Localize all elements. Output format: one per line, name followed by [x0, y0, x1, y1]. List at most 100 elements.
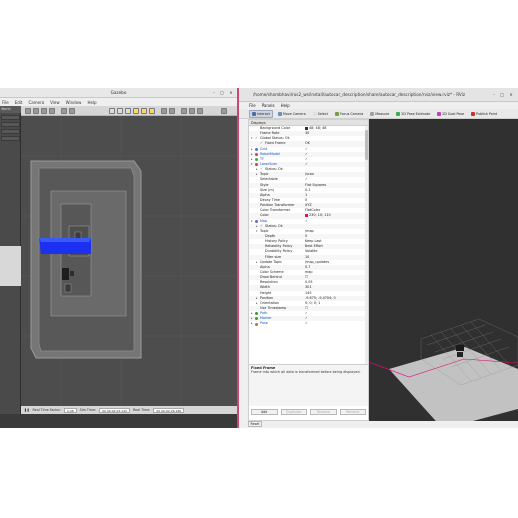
- rtf-label: Real Time Factor:: [32, 408, 61, 412]
- gazebo-title-bar: Gazebo – □ ✕: [0, 88, 237, 98]
- rviz-toolbar: Interact Move Camera Select Focus Camera Mea…: [239, 109, 518, 119]
- box-shape-icon[interactable]: [109, 108, 115, 114]
- rviz-window-title: /home/shambhavi/ros2_ws/install/autocar_…: [253, 92, 466, 97]
- tree-row[interactable]: ▸ Pose ✓: [249, 321, 368, 326]
- undo-icon[interactable]: [61, 108, 67, 114]
- menu-panels[interactable]: Panels: [262, 103, 275, 108]
- reset-button[interactable]: Reset: [248, 421, 262, 427]
- tool-2d-pose-estimate[interactable]: 2D Pose Estimate: [394, 111, 432, 117]
- display-type-icon: [255, 219, 258, 223]
- property-description: Fixed Frame Frame into which all data is…: [249, 364, 368, 406]
- spot-light-icon[interactable]: [141, 108, 147, 114]
- pose-estimate-icon: [396, 111, 401, 116]
- property-value-text: 10: [305, 254, 310, 259]
- pause-icon[interactable]: ❚❚: [24, 408, 30, 412]
- rviz-window: /home/shambhavi/ros2_ws/install/autocar_…: [239, 88, 518, 428]
- tool-publish-point[interactable]: Publish Point: [469, 111, 499, 117]
- menu-edit[interactable]: Edit: [15, 100, 23, 105]
- copy-icon[interactable]: [161, 108, 167, 114]
- tab-world[interactable]: World: [1, 107, 10, 111]
- tree-scrollbar[interactable]: [365, 126, 368, 364]
- add-button[interactable]: Add: [251, 409, 278, 415]
- property-value-text: FlatColor: [305, 208, 321, 213]
- close-icon[interactable]: ✕: [508, 92, 514, 98]
- rtf-value: 0.98: [63, 407, 77, 413]
- change-view-icon[interactable]: [197, 108, 203, 114]
- property-value-text: 0.1: [305, 187, 311, 192]
- translate-mode-icon[interactable]: [33, 108, 39, 114]
- rviz-title-bar: /home/shambhavi/ros2_ws/install/autocar_…: [239, 88, 518, 102]
- rviz-3d-viewport[interactable]: [369, 119, 518, 421]
- tool-interact[interactable]: Interact: [249, 109, 273, 118]
- snap-icon[interactable]: [189, 108, 195, 114]
- side-item[interactable]: [1, 115, 20, 120]
- tool-select[interactable]: Select: [311, 111, 330, 117]
- directional-light-icon[interactable]: [149, 108, 155, 114]
- tool-2d-goal-pose[interactable]: 2D Goal Pose: [435, 111, 466, 117]
- displays-tree[interactable]: Background Color 48; 48; 48 Frame Rate 30 ▾ ✓…: [249, 126, 368, 364]
- menu-camera[interactable]: Camera: [28, 100, 44, 105]
- property-value-text: ✓: [305, 321, 308, 326]
- cylinder-shape-icon[interactable]: [125, 108, 131, 114]
- color-swatch: [305, 213, 308, 217]
- gazebo-toolbar: [21, 106, 237, 116]
- menu-help[interactable]: Help: [281, 103, 290, 108]
- tool-label: Move Camera: [282, 111, 306, 116]
- property-value-text: ☐: [305, 305, 309, 310]
- redo-icon[interactable]: [69, 108, 75, 114]
- rename-button[interactable]: Rename: [339, 409, 366, 415]
- screenshot-icon[interactable]: [221, 108, 227, 114]
- tool-measure[interactable]: Measure: [368, 111, 391, 117]
- tool-focus-camera[interactable]: Focus Camera: [333, 111, 365, 117]
- menu-file[interactable]: File: [249, 103, 256, 108]
- menu-window[interactable]: Window: [66, 100, 82, 105]
- expand-right-icon[interactable]: ▸: [251, 321, 253, 326]
- remove-button[interactable]: Remove: [310, 409, 337, 415]
- property-pane: [0, 246, 21, 286]
- desktop-screen: Gazebo – □ ✕ File Edit Camera View Windo…: [0, 88, 518, 428]
- real-time-value: 00 00:02:26.180: [153, 407, 185, 413]
- side-item[interactable]: [1, 129, 20, 134]
- rviz-scene: [369, 119, 518, 421]
- publish-point-icon: [471, 111, 476, 116]
- rotate-mode-icon[interactable]: [41, 108, 47, 114]
- sim-time-value: 00 00:02:23.120: [99, 407, 131, 413]
- maximize-icon[interactable]: □: [499, 92, 505, 98]
- display-buttons: Add Duplicate Remove Rename: [249, 406, 368, 420]
- select-mode-icon[interactable]: [25, 108, 31, 114]
- scrollbar-thumb[interactable]: [365, 130, 368, 160]
- scale-mode-icon[interactable]: [49, 108, 55, 114]
- duplicate-button[interactable]: Duplicate: [280, 409, 307, 415]
- property-value-text: ✓: [305, 311, 308, 316]
- maze-world: [30, 160, 142, 359]
- sim-time-label: Sim Time:: [79, 408, 97, 412]
- menu-help[interactable]: Help: [87, 100, 96, 105]
- property-value-text: 1: [305, 192, 308, 197]
- side-item[interactable]: [1, 136, 20, 141]
- menu-view[interactable]: View: [50, 100, 60, 105]
- real-time-label: Real Time:: [133, 408, 151, 412]
- side-item[interactable]: [1, 122, 20, 127]
- property-value-text: OK: [305, 141, 310, 146]
- align-icon[interactable]: [181, 108, 187, 114]
- property-value-text: ☐: [305, 275, 309, 280]
- property-value-text: 0: [305, 197, 308, 202]
- point-light-icon[interactable]: [133, 108, 139, 114]
- tool-move-camera[interactable]: Move Camera: [276, 111, 308, 117]
- close-icon[interactable]: ✕: [228, 90, 234, 96]
- menu-file[interactable]: File: [2, 100, 9, 105]
- paste-icon[interactable]: [169, 108, 175, 114]
- minimize-icon[interactable]: –: [211, 90, 217, 96]
- property-value-text: 30: [305, 131, 310, 136]
- display-type-icon: [255, 322, 258, 326]
- gazebo-status-bar: ❚❚ Real Time Factor: 0.98 Sim Time: 00 0…: [21, 406, 237, 414]
- display-type-icon: [255, 317, 258, 321]
- sphere-shape-icon[interactable]: [117, 108, 123, 114]
- property-value[interactable]: ✓: [305, 321, 308, 326]
- tool-label: Interact: [257, 111, 270, 116]
- display-type-icon: [255, 147, 258, 151]
- side-tabs: World: [0, 106, 21, 113]
- minimize-icon[interactable]: –: [491, 92, 497, 98]
- gazebo-3d-viewport[interactable]: [21, 116, 237, 406]
- maximize-icon[interactable]: □: [219, 90, 225, 96]
